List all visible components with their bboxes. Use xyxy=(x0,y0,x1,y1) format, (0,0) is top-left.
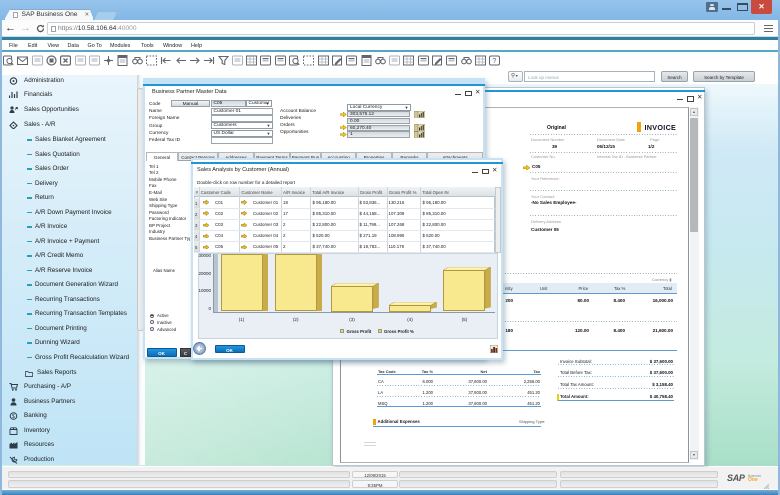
svg-text:?: ? xyxy=(492,56,496,65)
svg-text:$: $ xyxy=(12,414,15,420)
